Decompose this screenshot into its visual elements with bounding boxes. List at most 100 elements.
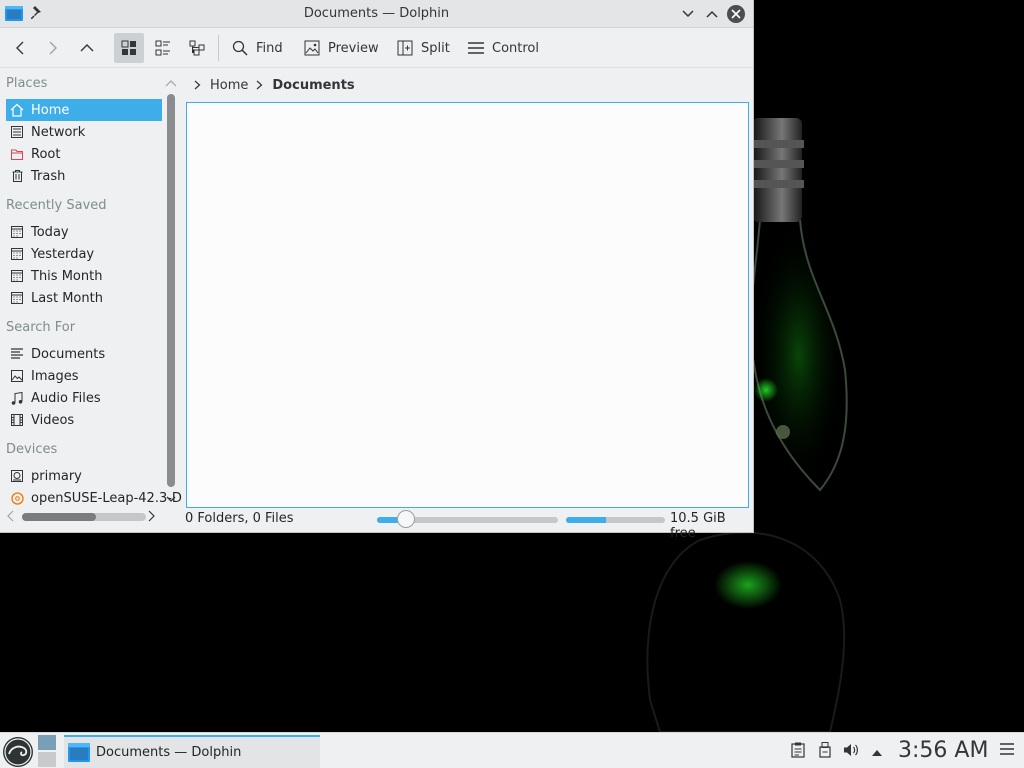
breadcrumb-documents[interactable]: Documents — [272, 78, 354, 93]
maximize-button[interactable] — [702, 4, 722, 24]
sidebar-item-label: Root — [31, 146, 61, 162]
toolbar-separator — [218, 35, 219, 61]
sidebar-item-trash[interactable]: Trash — [6, 165, 162, 187]
taskbar: Documents — Dolphin 3:56 AM — [0, 732, 1024, 768]
section-title-search: Search For — [6, 320, 76, 335]
free-space-label[interactable]: 10.5 GiB free — [670, 511, 754, 541]
split-button[interactable]: Split — [397, 33, 450, 63]
details-view-button[interactable] — [182, 33, 212, 63]
zoom-slider-handle[interactable] — [396, 510, 415, 528]
back-button[interactable] — [5, 33, 35, 63]
split-label: Split — [421, 40, 450, 56]
expand-chevron-icon[interactable] — [166, 492, 176, 507]
sidebar-item-label: This Month — [31, 268, 103, 284]
close-icon — [731, 9, 741, 19]
sidebar-item-label: primary — [31, 468, 82, 484]
find-label: Find — [256, 40, 283, 56]
split-view-icon — [397, 40, 413, 56]
sidebar-item-label: Images — [31, 368, 79, 384]
sidebar-item-label: Audio Files — [31, 390, 101, 406]
network-icon — [9, 124, 25, 140]
hamburger-menu-icon — [468, 42, 484, 54]
section-title-devices: Devices — [6, 442, 58, 457]
virtual-desktop-pager[interactable] — [38, 735, 56, 767]
folder-summary: 0 Folders, 0 Files — [185, 511, 294, 526]
calendar-icon — [9, 268, 25, 284]
sidebar-item-documents[interactable]: Documents — [6, 343, 162, 365]
panel-menu-icon[interactable] — [1000, 743, 1014, 759]
sidebar-item-today[interactable]: Today — [6, 221, 162, 243]
sidebar-item-yesterday[interactable]: Yesterday — [6, 243, 162, 265]
video-icon — [9, 412, 25, 428]
sidebar-item-this-month[interactable]: This Month — [6, 265, 162, 287]
sidebar-item-home[interactable]: Home — [6, 99, 162, 121]
up-button[interactable] — [72, 33, 102, 63]
calendar-icon — [9, 290, 25, 306]
sidebar-item-label: Home — [31, 102, 70, 118]
calendar-icon — [9, 246, 25, 262]
chevron-right-icon[interactable] — [256, 80, 263, 90]
forward-button[interactable] — [38, 33, 68, 63]
zoom-slider[interactable] — [377, 510, 558, 528]
tray-expand-arrow-icon[interactable] — [871, 746, 883, 761]
status-bar: 0 Folders, 0 Files 10.5 GiB free — [0, 508, 754, 541]
minimize-button[interactable] — [678, 4, 698, 24]
taskbar-task-dolphin[interactable]: Documents — Dolphin — [64, 735, 320, 768]
preview-label: Preview — [328, 40, 379, 56]
desktop-1[interactable] — [38, 735, 56, 750]
chevron-right-icon[interactable] — [194, 80, 201, 90]
sidebar-item-primary[interactable]: primary — [6, 465, 162, 487]
scroll-up-arrow-icon[interactable] — [165, 76, 177, 91]
sidebar-item-network[interactable]: Network — [6, 121, 162, 143]
sidebar-item-videos[interactable]: Videos — [6, 409, 162, 431]
control-button[interactable]: Control — [468, 33, 539, 63]
section-title-recent: Recently Saved — [6, 198, 107, 213]
control-label: Control — [492, 40, 539, 56]
sidebar-item-images[interactable]: Images — [6, 365, 162, 387]
music-icon — [9, 390, 25, 406]
breadcrumb: Home Documents — [186, 74, 355, 96]
volume-icon[interactable] — [843, 742, 859, 762]
sidebar-item-label: Yesterday — [31, 246, 95, 262]
tree-view-icon — [189, 40, 205, 56]
clipboard-icon[interactable] — [791, 742, 805, 762]
sidebar-item-label: Network — [31, 124, 86, 140]
close-button[interactable] — [726, 4, 746, 24]
application-launcher-icon[interactable] — [2, 736, 34, 768]
sidebar-item-opensuse-disc[interactable]: openSUSE-Leap-42.3-D — [6, 487, 182, 509]
find-button[interactable]: Find — [232, 33, 283, 63]
file-view-area[interactable] — [186, 102, 749, 508]
window-titlebar[interactable]: Documents — Dolphin — [0, 0, 753, 28]
sidebar-item-label: Trash — [31, 168, 66, 184]
compact-view-icon — [155, 40, 170, 56]
image-icon — [9, 368, 25, 384]
drive-icon — [9, 468, 25, 484]
sidebar-item-label: Today — [31, 224, 69, 240]
clock[interactable]: 3:56 AM — [898, 738, 988, 763]
sidebar-scrollbar[interactable] — [167, 94, 175, 487]
home-icon — [9, 102, 25, 118]
task-label: Documents — Dolphin — [96, 745, 242, 760]
device-notifier-icon[interactable] — [819, 742, 831, 762]
desktop-2[interactable] — [38, 752, 56, 767]
sidebar-item-label: Videos — [31, 412, 75, 428]
folder-app-icon — [68, 743, 90, 766]
up-arrow-icon — [80, 44, 94, 52]
root-folder-icon — [9, 146, 25, 162]
compact-view-button[interactable] — [148, 33, 178, 63]
sidebar-item-root[interactable]: Root — [6, 143, 162, 165]
forward-arrow-icon — [49, 41, 57, 55]
image-preview-icon — [304, 40, 320, 56]
search-icon — [232, 40, 248, 56]
icons-view-button[interactable] — [114, 33, 144, 63]
chevron-down-icon — [682, 10, 694, 18]
preview-button[interactable]: Preview — [304, 33, 379, 63]
breadcrumb-home[interactable]: Home — [210, 78, 248, 93]
back-arrow-icon — [16, 41, 24, 55]
chevron-up-icon — [706, 10, 718, 18]
sidebar-item-audio-files[interactable]: Audio Files — [6, 387, 162, 409]
sidebar-item-last-month[interactable]: Last Month — [6, 287, 162, 309]
free-space-bar[interactable] — [566, 517, 665, 523]
dolphin-window: Documents — Dolphin Find Preview Split C… — [0, 0, 754, 541]
optical-disc-icon — [9, 490, 25, 506]
